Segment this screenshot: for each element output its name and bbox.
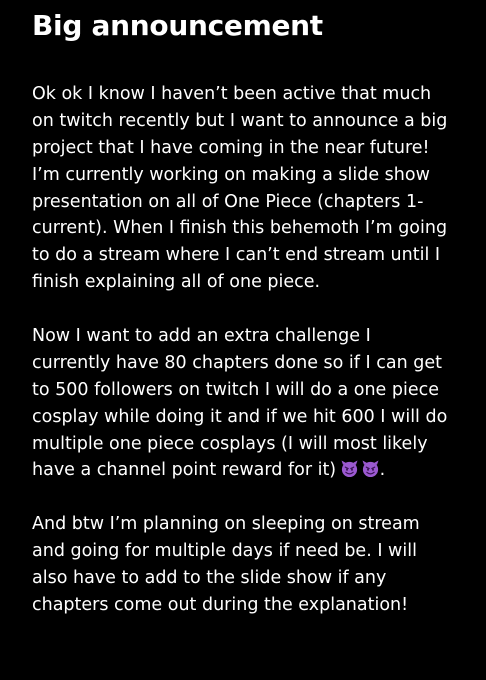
note-view: Big announcement Ok ok I know I haven’t … — [0, 0, 486, 680]
text-line: to 500 followers on twitch I will do a o… — [32, 379, 439, 400]
smiling-imp-emoji-icon — [362, 460, 379, 478]
text-line: project that I have coming in the near f… — [32, 137, 430, 158]
text-line: to do a stream where I can’t end stream … — [32, 245, 441, 266]
text-line: I’m currently working on making a slide … — [32, 164, 430, 185]
text-line: current). When I finish this behemoth I’… — [32, 218, 448, 239]
text-line-with-emoji: have a channel point reward for it) . — [32, 457, 486, 484]
text-line-last: have a channel point reward for it) — [32, 460, 337, 481]
text-line: on twitch recently but I want to announc… — [32, 110, 448, 131]
text-line: multiple one piece cosplays (I will most… — [32, 433, 428, 454]
paragraph-1: Ok ok I know I haven’t been active that … — [32, 81, 486, 296]
text-line: Ok ok I know I haven’t been active that … — [32, 84, 432, 104]
paragraph-2: Now I want to add an extra challenge I c… — [32, 323, 486, 484]
text-line: also have to add to the slide show if an… — [32, 568, 387, 589]
text-line: finish explaining all of one piece. — [32, 272, 321, 293]
text-line: currently have 80 chapters done so if I … — [32, 352, 442, 373]
text-line: presentation on all of One Piece (chapte… — [32, 191, 424, 212]
text-line: and going for multiple days if need be. … — [32, 541, 417, 562]
text-line-suffix: . — [379, 460, 386, 481]
text-line: Now I want to add an extra challenge I — [32, 326, 371, 347]
smiling-imp-emoji-icon — [341, 460, 358, 478]
note-body[interactable]: Ok ok I know I haven’t been active that … — [32, 81, 486, 619]
text-line: And btw I’m planning on sleeping on stre… — [32, 514, 420, 535]
paragraph-3: And btw I’m planning on sleeping on stre… — [32, 511, 486, 619]
text-line: cosplay while doing it and if we hit 600… — [32, 406, 448, 427]
note-title[interactable]: Big announcement — [32, 7, 486, 45]
text-line: chapters come out during the explanation… — [32, 594, 409, 615]
